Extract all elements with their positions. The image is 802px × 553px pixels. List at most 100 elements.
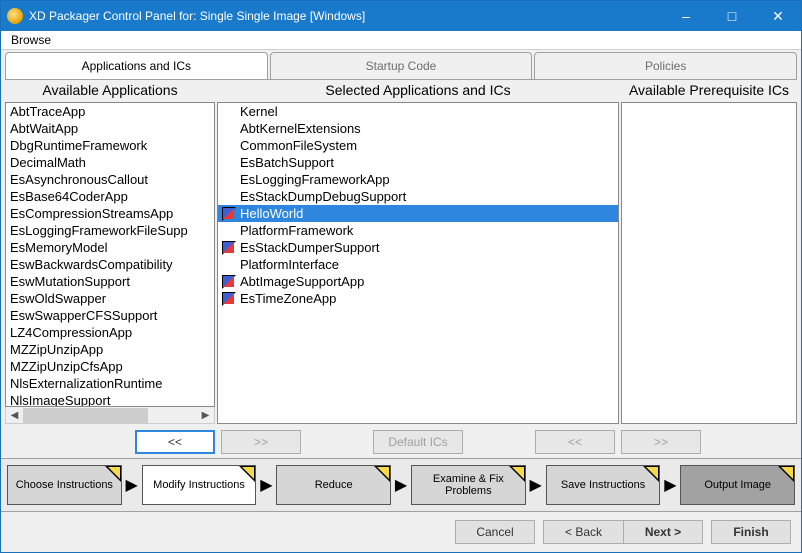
list-item[interactable]: EswOldSwapper [6,290,214,307]
list-item[interactable]: DecimalMath [6,154,214,171]
listbox-prerequisite-ics[interactable] [621,102,797,424]
default-ics-button[interactable]: Default ICs [373,430,463,454]
panel-selected-applications: Selected Applications and ICs KernelAbtK… [217,80,619,424]
list-item[interactable]: PlatformInterface [218,256,618,273]
list-item[interactable]: EsStackDumperSupport [218,239,618,256]
step-modify-instructions[interactable]: Modify Instructions [142,465,257,505]
listbox-selected-applications[interactable]: KernelAbtKernelExtensionsCommonFileSyste… [217,102,619,424]
list-item[interactable]: EsLoggingFrameworkApp [218,171,618,188]
prereq-right-button[interactable]: >> [621,430,701,454]
step-corner-icon [778,466,794,482]
arrow-icon: ▶ [662,475,678,495]
menu-browse[interactable]: Browse [7,31,55,49]
list-item[interactable]: EsAsynchronousCallout [6,171,214,188]
tabs: Applications and ICs Startup Code Polici… [5,52,797,80]
list-item[interactable]: PlatformFramework [218,222,618,239]
list-item[interactable]: EswMutationSupport [6,273,214,290]
window: XD Packager Control Panel for: Single Si… [0,0,802,553]
list-item[interactable]: Kernel [218,103,618,120]
tab-policies[interactable]: Policies [534,52,797,79]
step-output-image[interactable]: Output Image [680,465,795,505]
app-icon [7,8,23,24]
listbox-available-applications[interactable]: AbtTraceAppAbtWaitAppDbgRuntimeFramework… [5,102,215,407]
titlebar: XD Packager Control Panel for: Single Si… [1,1,801,31]
list-item[interactable]: CommonFileSystem [218,137,618,154]
tab-startup-code[interactable]: Startup Code [270,52,533,79]
list-item-label: HelloWorld [240,205,303,222]
list-item-label: AbtKernelExtensions [240,120,361,137]
list-item[interactable]: NlsExternalizationRuntime [6,375,214,392]
finish-button[interactable]: Finish [711,520,791,544]
list-item[interactable]: MZZipUnzipCfsApp [6,358,214,375]
scroll-left-icon[interactable]: ◀ [6,410,23,421]
step-corner-icon [509,466,525,482]
arrow-icon: ▶ [528,475,544,495]
list-item[interactable]: EsLoggingFrameworkFileSupp [6,222,214,239]
module-icon [222,207,238,221]
footer: Cancel < Back Next > Finish [1,512,801,552]
scroll-right-icon[interactable]: ▶ [197,410,214,421]
step-save-instructions[interactable]: Save Instructions [546,465,661,505]
step-reduce[interactable]: Reduce [276,465,391,505]
list-item-label: EsBatchSupport [240,154,334,171]
list-item-label: EsTimeZoneApp [240,290,336,307]
step-corner-icon [374,466,390,482]
list-item[interactable]: EsCompressionStreamsApp [6,205,214,222]
arrow-icon: ▶ [124,475,140,495]
list-item-label: EsStackDumpDebugSupport [240,188,406,205]
list-item[interactable]: LZ4CompressionApp [6,324,214,341]
list-item-label: Kernel [240,103,278,120]
step-choose-instructions[interactable]: Choose Instructions [7,465,122,505]
window-title: XD Packager Control Panel for: Single Si… [29,9,663,23]
list-item-label: PlatformFramework [240,222,353,239]
list-item-label: EsStackDumperSupport [240,239,379,256]
module-icon [222,241,238,255]
list-item[interactable]: EsMemoryModel [6,239,214,256]
list-item[interactable]: EsBatchSupport [218,154,618,171]
window-buttons: – □ ✕ [663,1,801,31]
maximize-button[interactable]: □ [709,1,755,31]
list-item[interactable]: EsStackDumpDebugSupport [218,188,618,205]
list-item[interactable]: EsBase64CoderApp [6,188,214,205]
list-item[interactable]: MZZipUnzipApp [6,341,214,358]
module-icon [222,292,238,306]
minimize-button[interactable]: – [663,1,709,31]
list-item[interactable]: AbtKernelExtensions [218,120,618,137]
tab-applications-and-ics[interactable]: Applications and ICs [5,52,268,79]
menubar: Browse [1,31,801,50]
list-item[interactable]: AbtImageSupportApp [218,273,618,290]
move-button-row: << >> Default ICs << >> [1,426,801,458]
back-button[interactable]: < Back [543,520,623,544]
list-item[interactable]: AbtWaitApp [6,120,214,137]
panel-title-available-applications: Available Applications [5,80,215,102]
wizard-steps: Choose Instructions ▶ Modify Instruction… [1,458,801,512]
list-item-label: AbtImageSupportApp [240,273,364,290]
move-left-button[interactable]: << [135,430,215,454]
list-item-label: EsLoggingFrameworkApp [240,171,390,188]
list-item-label: PlatformInterface [240,256,339,273]
list-item[interactable]: DbgRuntimeFramework [6,137,214,154]
list-item[interactable]: HelloWorld [218,205,618,222]
cancel-button[interactable]: Cancel [455,520,535,544]
prereq-left-button[interactable]: << [535,430,615,454]
step-corner-icon [239,466,255,482]
next-button[interactable]: Next > [623,520,703,544]
list-item[interactable]: EsTimeZoneApp [218,290,618,307]
panels: Available Applications AbtTraceAppAbtWai… [1,80,801,426]
step-examine-fix[interactable]: Examine & Fix Problems [411,465,526,505]
list-item[interactable]: EswBackwardsCompatibility [6,256,214,273]
nav-pair: < Back Next > [543,520,703,544]
list-item[interactable]: NlsImageSupport [6,392,214,407]
close-button[interactable]: ✕ [755,1,801,31]
move-right-button[interactable]: >> [221,430,301,454]
module-icon [222,275,238,289]
list-item[interactable]: EswSwapperCFSSupport [6,307,214,324]
list-item[interactable]: AbtTraceApp [6,103,214,120]
list-item-label: CommonFileSystem [240,137,357,154]
step-corner-icon [105,466,121,482]
scroll-thumb[interactable] [23,408,148,423]
step-corner-icon [643,466,659,482]
arrow-icon: ▶ [393,475,409,495]
panel-available-applications: Available Applications AbtTraceAppAbtWai… [5,80,215,424]
hscroll-left[interactable]: ◀ ▶ [5,407,215,424]
